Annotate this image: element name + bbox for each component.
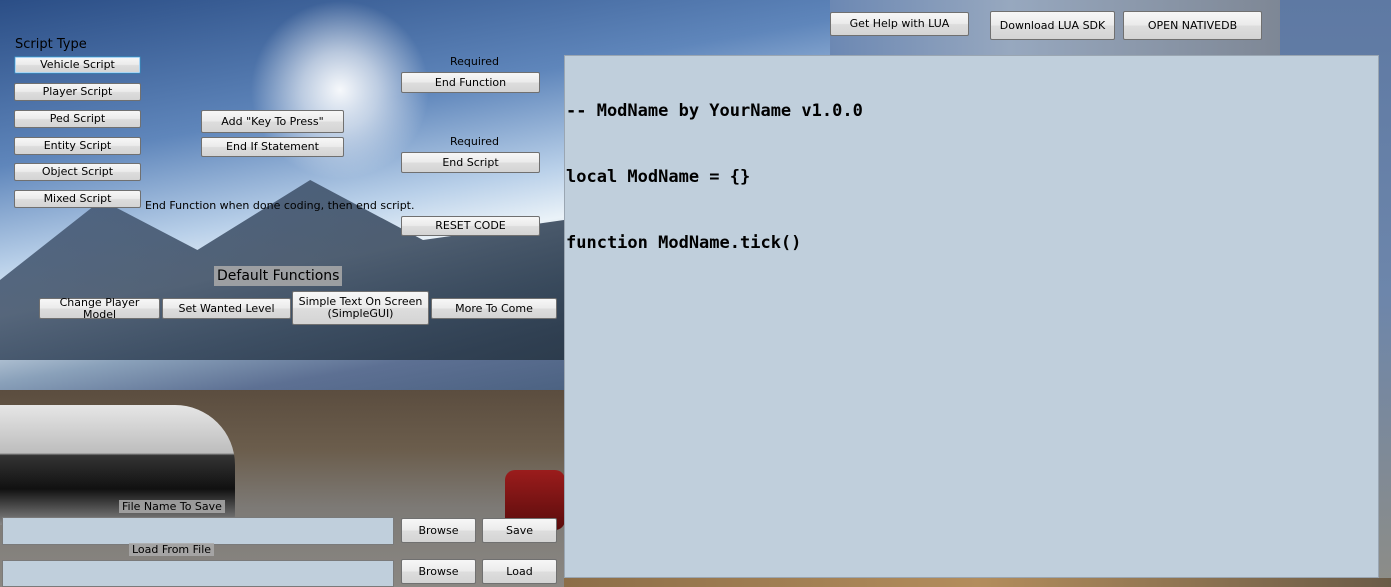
ped-script-button[interactable]: Ped Script [14, 110, 141, 128]
save-button[interactable]: Save [482, 518, 557, 543]
reset-code-button[interactable]: RESET CODE [401, 216, 540, 236]
player-script-button[interactable]: Player Script [14, 83, 141, 101]
browse-load-button[interactable]: Browse [401, 559, 476, 584]
mixed-script-button[interactable]: Mixed Script [14, 190, 141, 208]
required-label-function: Required [450, 55, 499, 68]
object-script-button[interactable]: Object Script [14, 163, 141, 181]
entity-script-button[interactable]: Entity Script [14, 137, 141, 155]
change-player-model-button[interactable]: Change Player Model [39, 296, 160, 320]
get-help-lua-button[interactable]: Get Help with LUA [830, 12, 969, 36]
default-functions-heading: Default Functions [214, 266, 343, 286]
code-line: -- ModName by YourName v1.0.0 [566, 101, 863, 121]
simple-text-on-screen-button[interactable]: Simple Text On Screen (SimpleGUI) [292, 291, 429, 325]
load-button[interactable]: Load [482, 559, 557, 584]
code-line: local ModName = {} [566, 167, 751, 187]
end-script-button[interactable]: End Script [401, 152, 540, 173]
load-from-file-label: Load From File [129, 543, 215, 556]
background-bottom-strip [564, 578, 1391, 587]
end-function-button[interactable]: End Function [401, 72, 540, 93]
file-name-to-save-label: File Name To Save [119, 500, 225, 513]
end-function-hint: End Function when done coding, then end … [145, 199, 415, 212]
browse-save-button[interactable]: Browse [401, 518, 476, 543]
end-if-statement-button[interactable]: End If Statement [201, 137, 344, 157]
code-line: function ModName.tick() [566, 233, 802, 253]
open-nativedb-button[interactable]: OPEN NATIVEDB [1123, 11, 1262, 40]
script-type-heading: Script Type [15, 37, 87, 52]
code-editor[interactable]: -- ModName by YourName v1.0.0 local ModN… [564, 55, 1379, 578]
file-name-to-save-input[interactable] [2, 517, 394, 545]
add-key-to-press-button[interactable]: Add "Key To Press" [201, 110, 344, 133]
load-from-file-input[interactable] [2, 560, 394, 587]
required-label-script: Required [450, 135, 499, 148]
set-wanted-level-button[interactable]: Set Wanted Level [162, 298, 291, 319]
vehicle-script-button[interactable]: Vehicle Script [14, 56, 141, 74]
download-lua-sdk-button[interactable]: Download LUA SDK [990, 11, 1115, 40]
more-to-come-button[interactable]: More To Come [431, 298, 557, 319]
